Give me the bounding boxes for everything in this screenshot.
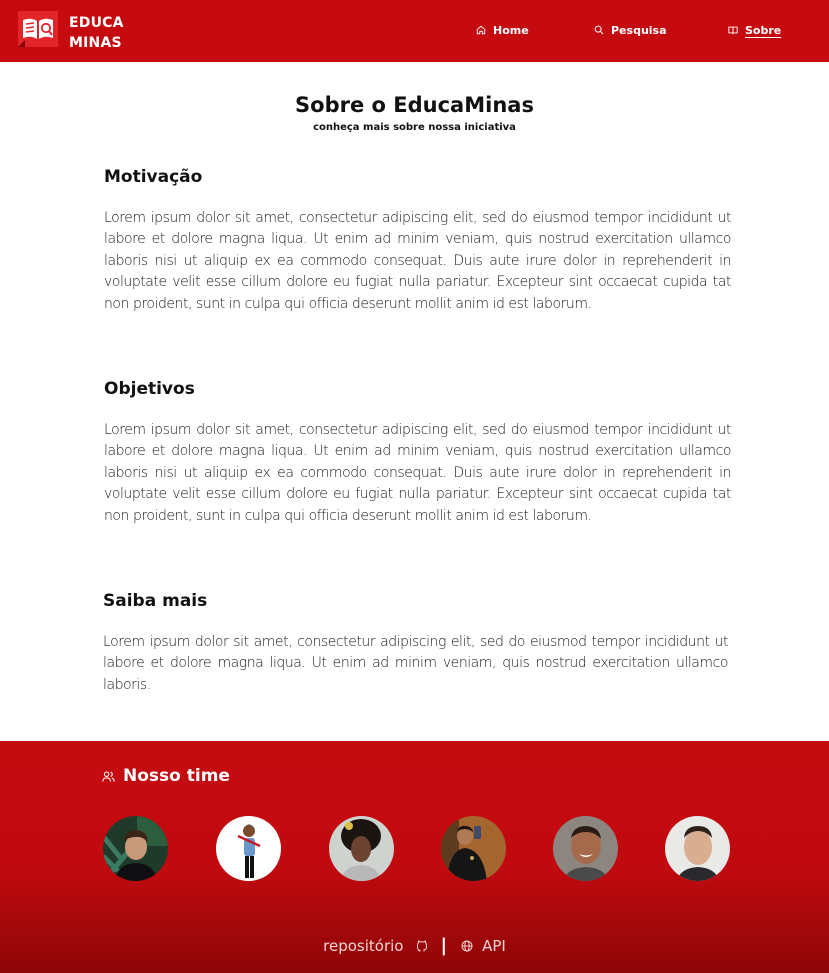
- section-text-objetivos: Lorem ipsum dolor sit amet, consectetur …: [104, 422, 731, 524]
- footer-separator: |: [440, 935, 448, 956]
- book-logo-icon[interactable]: [18, 11, 58, 47]
- home-icon: [476, 25, 486, 35]
- book-icon: [728, 26, 738, 35]
- globe-icon: [461, 940, 473, 951]
- nav-about-link[interactable]: Sobre: [728, 22, 781, 38]
- repository-label: repositório: [323, 936, 404, 955]
- top-navbar: EDUCA MINAS Home Pesquisa Sobre: [0, 0, 829, 62]
- team-member-avatar[interactable]: [216, 816, 281, 881]
- team-member-avatar[interactable]: [329, 816, 394, 881]
- api-link[interactable]: API: [461, 937, 506, 955]
- nav-home-label: Home: [493, 23, 529, 37]
- nav-about-label: Sobre: [745, 23, 782, 37]
- nav-search-link[interactable]: Pesquisa: [594, 22, 667, 38]
- team-member-avatar[interactable]: [665, 816, 730, 881]
- footer-links: repositório | API: [0, 935, 829, 956]
- team-member-avatar[interactable]: [103, 816, 168, 881]
- footer: Nosso time repositório | API: [0, 741, 829, 973]
- team-member-avatar[interactable]: [553, 816, 618, 881]
- section-text-saiba-mais: Lorem ipsum dolor sit amet, consectetur …: [103, 634, 728, 693]
- nav-search-label: Pesquisa: [611, 23, 667, 37]
- repository-link[interactable]: repositório: [323, 937, 427, 955]
- brand-line-1: EDUCA: [69, 15, 124, 31]
- team-heading: Nosso time: [102, 766, 230, 786]
- users-icon: [102, 770, 115, 782]
- api-label: API: [482, 936, 506, 955]
- github-icon: [416, 939, 427, 951]
- brand-name[interactable]: EDUCA MINAS: [69, 13, 124, 53]
- page-title: Sobre o EducaMinas: [295, 93, 534, 117]
- nav-home-link[interactable]: Home: [476, 22, 529, 38]
- search-icon: [594, 25, 604, 35]
- section-heading-saiba-mais: Saiba mais: [103, 591, 208, 611]
- section-heading-motivacao: Motivação: [104, 167, 203, 187]
- brand-line-2: MINAS: [69, 35, 122, 51]
- team-title: Nosso time: [123, 766, 230, 786]
- team-member-avatar[interactable]: [441, 816, 506, 881]
- page-subtitle: conheça mais sobre nossa iniciativa: [313, 122, 516, 133]
- section-heading-objetivos: Objetivos: [104, 379, 195, 399]
- section-text-motivacao: Lorem ipsum dolor sit amet, consectetur …: [104, 210, 731, 312]
